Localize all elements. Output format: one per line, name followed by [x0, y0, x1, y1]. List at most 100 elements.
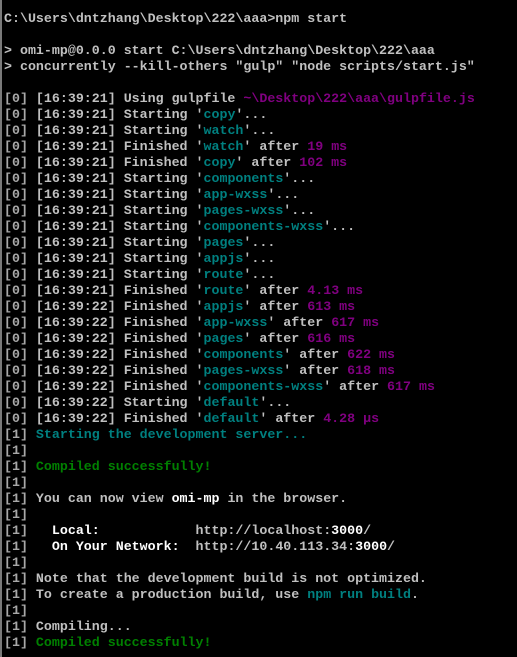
console-line: [1] To create a production build, use np…: [4, 587, 475, 603]
console-text-segment: .: [410, 587, 419, 602]
console-line: [1]: [4, 603, 475, 619]
console-line: [1]: [4, 443, 475, 459]
console-text-segment: Compiled successfully!: [35, 635, 212, 650]
console-text-segment: [0]: [4, 283, 36, 298]
console-text-segment: [1]: [4, 443, 28, 458]
console-text-segment: 3000: [331, 523, 364, 538]
console-text-segment: components: [203, 347, 284, 362]
console-text-segment: app-wxss: [203, 187, 268, 202]
console-text-segment: ' after: [235, 155, 300, 170]
console-text-segment: '...: [283, 171, 316, 186]
console-text-segment: C:\Users\dntzhang\Desktop\222\aaa>npm st…: [4, 11, 348, 26]
console-line: [0] [16:39:22] Finished 'pages' after 61…: [4, 331, 475, 347]
console-text-segment: [0]: [4, 299, 36, 314]
console-text-segment: [16:39:21] Starting ': [35, 171, 204, 186]
console-text-segment: 19 ms: [307, 139, 348, 154]
console-text-segment: '...: [283, 203, 316, 218]
console-text-segment: [16:39:21] Starting ': [35, 187, 204, 202]
console-output[interactable]: C:\Users\dntzhang\Desktop\222\aaa>npm st…: [4, 11, 475, 651]
console-text-segment: '...: [235, 107, 268, 122]
console-text-segment: default: [203, 395, 260, 410]
console-text-segment: route: [203, 267, 244, 282]
console-text-segment: 617 ms: [387, 379, 435, 394]
console-text-segment: [1]: [4, 635, 36, 650]
console-text-segment: [0]: [4, 267, 36, 282]
console-text-segment: watch: [203, 123, 244, 138]
console-text-segment: ~\Desktop\222\aaa\gulpfile.js: [243, 91, 475, 106]
console-text-segment: [16:39:21] Starting ': [35, 219, 204, 234]
console-line: [1] Starting the development server...: [4, 427, 475, 443]
console-text-segment: components-wxss: [203, 219, 324, 234]
console-line: [0] [16:39:22] Finished 'components' aft…: [4, 347, 475, 363]
console-text-segment: pages-wxss: [203, 363, 284, 378]
console-text-segment: 622 ms: [347, 347, 396, 362]
console-text-segment: watch: [203, 139, 244, 154]
console-text-segment: [16:39:21] Starting ': [35, 203, 204, 218]
console-text-segment: 618 ms: [347, 363, 396, 378]
console-text-segment: [0]: [4, 123, 36, 138]
console-text-segment: /: [363, 523, 372, 538]
console-text-segment: copy: [203, 155, 236, 170]
console-line: [0] [16:39:21] Finished 'copy' after 102…: [4, 155, 475, 171]
console-text-segment: [16:39:21] Starting ': [35, 107, 204, 122]
console-text-segment: ' after: [243, 331, 308, 346]
console-text-segment: ' after: [259, 411, 324, 426]
console-text-segment: [0]: [4, 411, 36, 426]
console-text-segment: Note that the development build is not o…: [35, 571, 427, 586]
console-text-segment: ' after: [283, 347, 348, 362]
console-text-segment: [16:39:21] Finished ': [35, 283, 204, 298]
console-line: [0] [16:39:22] Finished 'components-wxss…: [4, 379, 475, 395]
console-text-segment: '...: [243, 235, 276, 250]
console-line: [1] On Your Network: http://10.40.113.34…: [4, 539, 475, 555]
console-text-segment: [1]: [4, 619, 36, 634]
console-text-segment: [0]: [4, 139, 36, 154]
console-text-segment: pages-wxss: [203, 203, 284, 218]
console-text-segment: [16:39:22] Finished ': [35, 331, 204, 346]
console-text-segment: copy: [203, 107, 236, 122]
console-line: [1]: [4, 475, 475, 491]
console-line: [0] [16:39:21] Finished 'watch' after 19…: [4, 139, 475, 155]
console-text-segment: [16:39:22] Finished ': [35, 347, 204, 362]
console-line: [0] [16:39:21] Starting 'watch'...: [4, 123, 475, 139]
console-text-segment: 617 ms: [331, 315, 380, 330]
console-line: [1] Local: http://localhost:3000/: [4, 523, 475, 539]
console-line: [0] [16:39:22] Finished 'appjs' after 61…: [4, 299, 475, 315]
console-line: [1] Note that the development build is n…: [4, 571, 475, 587]
console-text-segment: '...: [243, 123, 276, 138]
console-text-segment: [0]: [4, 219, 36, 234]
console-line: [0] [16:39:22] Starting 'default'...: [4, 395, 475, 411]
console-text-segment: ' after: [243, 283, 308, 298]
console-line: [1] Compiled successfully!: [4, 635, 475, 651]
console-text-segment: [1]: [4, 539, 36, 554]
console-text-segment: [1]: [4, 427, 36, 442]
console-text-segment: [0]: [4, 379, 36, 394]
console-text-segment: [0]: [4, 91, 36, 106]
console-text-segment: 3000: [355, 539, 388, 554]
console-text-segment: [0]: [4, 235, 36, 250]
console-text-segment: On Your Network:: [35, 539, 180, 554]
console-text-segment: [1]: [4, 523, 36, 538]
console-text-segment: 4.28 μs: [323, 411, 380, 426]
console-text-segment: ' after: [267, 315, 332, 330]
console-text-segment: 102 ms: [299, 155, 348, 170]
console-line: [1] Compiling...: [4, 619, 475, 635]
console-text-segment: ' after: [323, 379, 388, 394]
console-text-segment: You can now view: [35, 491, 172, 506]
console-line: [0] [16:39:21] Starting 'app-wxss'...: [4, 187, 475, 203]
console-text-segment: '...: [323, 219, 356, 234]
console-line: [0] [16:39:22] Finished 'app-wxss' after…: [4, 315, 475, 331]
console-text-segment: [0]: [4, 155, 36, 170]
console-text-segment: [16:39:22] Finished ': [35, 299, 204, 314]
console-text-segment: http://localhost:: [99, 523, 332, 538]
console-text-segment: [0]: [4, 187, 36, 202]
console-text-segment: [16:39:21] Starting ': [35, 267, 204, 282]
console-line: [1]: [4, 507, 475, 523]
console-text-segment: '...: [243, 267, 276, 282]
console-text-segment: components-wxss: [203, 379, 324, 394]
window-border: [0, 0, 2, 657]
console-text-segment: ' after: [243, 299, 308, 314]
console-text-segment: [16:39:22] Starting ': [35, 395, 204, 410]
console-line: [0] [16:39:21] Using gulpfile ~\Desktop\…: [4, 91, 475, 107]
console-text-segment: in the browser.: [219, 491, 348, 506]
